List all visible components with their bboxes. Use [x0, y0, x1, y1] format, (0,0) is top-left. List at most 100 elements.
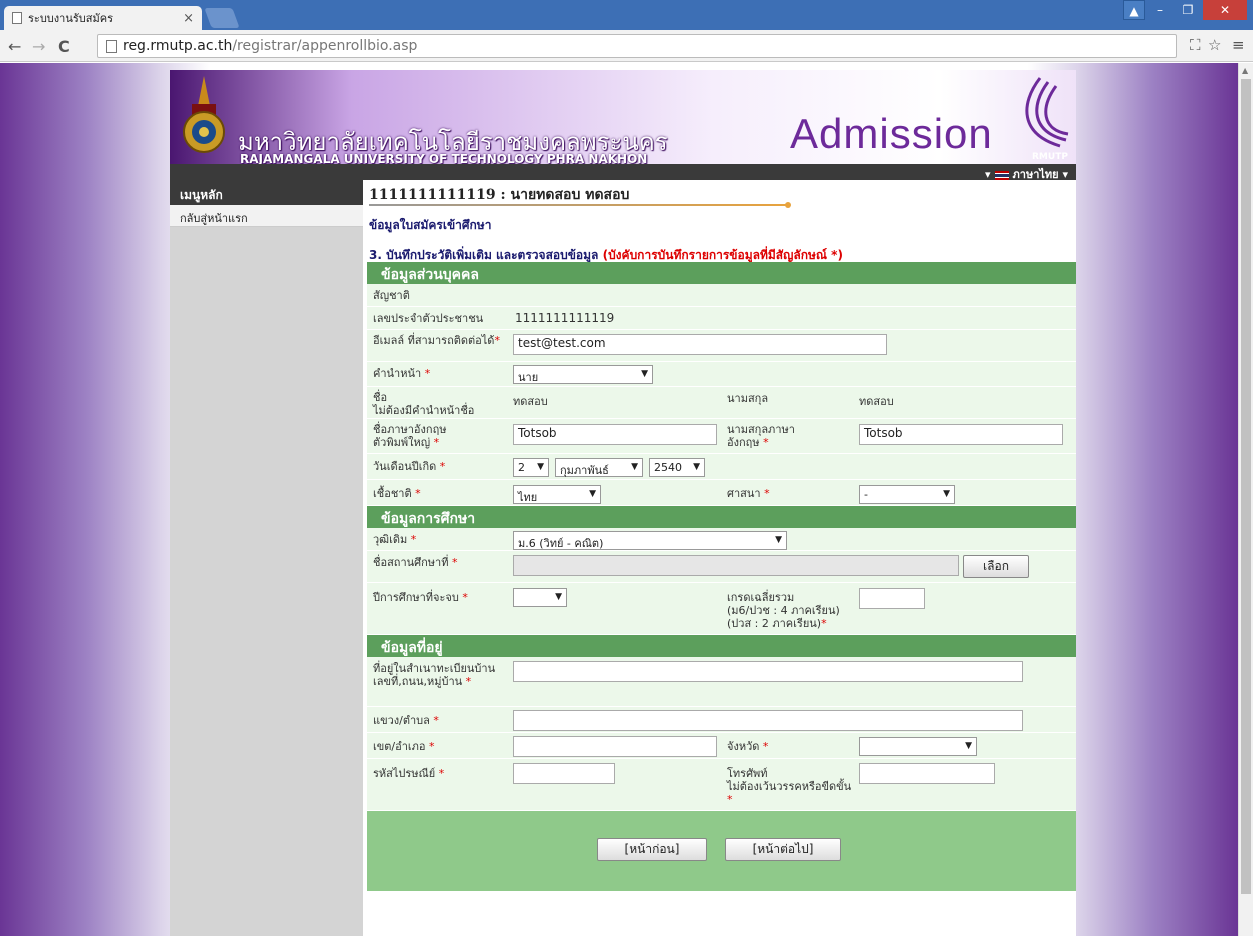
university-name-english: RAJAMANGALA UNIVERSITY OF TECHNOLOGY PHR… — [240, 152, 648, 164]
province-select[interactable]: ▼ — [859, 737, 977, 756]
application-form: ข้อมูลส่วนบุคคล สัญชาติ เลขประจำตัวประชา… — [367, 262, 1076, 891]
user-icon[interactable]: ▲ — [1123, 0, 1145, 20]
page-icon — [12, 12, 22, 24]
row-postcode: รหัสไปรษณีย์ * โทรศัพท์ ไม่ต้องเว้นวรรคหร… — [367, 759, 1076, 811]
row-degree: วุฒิเดิม * ม.6 (วิทย์ - คณิต) ▼ — [367, 528, 1076, 551]
close-window-button[interactable]: ✕ — [1203, 0, 1247, 20]
postcode-field[interactable] — [513, 763, 615, 784]
race-select[interactable]: ไทย ▼ — [513, 485, 601, 504]
row-email: อีเมลล์ ที่สามารถติดต่อได้* test@test.co… — [367, 330, 1076, 362]
row-idcard: เลขประจำตัวประชาชน 1111111111119 — [367, 307, 1076, 330]
url-path: /registrar/appenrollbio.asp — [232, 38, 418, 54]
browser-tab[interactable]: ระบบงานรับสมัคร × — [4, 6, 202, 30]
idcard-value: 1111111111119 — [515, 311, 615, 325]
next-page-button[interactable]: [หน้าต่อไป] — [725, 838, 841, 861]
sidebar: เมนูหลัก กลับสู่หน้าแรก — [170, 180, 363, 936]
minimize-button[interactable]: – — [1147, 0, 1173, 20]
university-logo-icon — [183, 76, 225, 153]
scrollbar-thumb[interactable] — [1241, 79, 1251, 894]
dob-month-select[interactable]: กุมภาพันธ์ ▼ — [555, 458, 643, 477]
district-field[interactable] — [513, 736, 717, 757]
gpa-field[interactable] — [859, 588, 925, 609]
row-house: ที่อยู่ในสำเนาทะเบียนบ้าน เลขที่,ถนน,หมู่… — [367, 657, 1076, 707]
close-tab-icon[interactable]: × — [183, 11, 194, 26]
email-label: อีเมลล์ ที่สามารถติดต่อได้* — [373, 334, 500, 347]
email-field[interactable]: test@test.com — [513, 334, 887, 355]
house-address-field[interactable] — [513, 661, 1023, 682]
name-en-field[interactable]: Totsob — [513, 424, 717, 445]
row-subdistrict: แขวง/ตำบล * — [367, 707, 1076, 733]
row-school: ชื่อสถานศึกษาที่ * เลือก — [367, 551, 1076, 583]
row-race: เชื้อชาติ * ไทย ▼ ศาสนา * - ▼ — [367, 480, 1076, 506]
surname-en-field[interactable]: Totsob — [859, 424, 1063, 445]
page-icon — [106, 39, 117, 53]
back-icon[interactable]: ← — [8, 37, 21, 56]
main-content: 1111111111119 : นายทดสอบ ทดสอบ ข้อมูลใบส… — [367, 180, 1076, 936]
restore-button[interactable]: ❐ — [1175, 0, 1201, 20]
button-bar: [หน้าก่อน] [หน้าต่อไป] — [367, 811, 1076, 891]
dob-day-select[interactable]: 2 ▼ — [513, 458, 549, 477]
phone-field[interactable] — [859, 763, 995, 784]
nationality-label: สัญชาติ — [373, 289, 410, 302]
page-container: มหาวิทยาลัยเทคโนโลยีราชมงคลพระนคร RAJAMA… — [170, 70, 1076, 936]
scroll-up-icon[interactable]: ▲ — [1242, 66, 1248, 75]
url-input[interactable]: reg.rmutp.ac.th/registrar/appenrollbio.a… — [97, 34, 1177, 58]
page-viewport: มหาวิทยาลัยเทคโนโลยีราชมงคลพระนคร RAJAMA… — [0, 63, 1238, 936]
address-bar-row: ← → C reg.rmutp.ac.th/registrar/appenrol… — [0, 30, 1253, 62]
new-tab-button[interactable] — [204, 8, 240, 28]
religion-select[interactable]: - ▼ — [859, 485, 955, 504]
section-personal: ข้อมูลส่วนบุคคล — [367, 262, 1076, 284]
name-label: ชื่อ ไม่ต้องมีคำนำหน้าชื่อ — [373, 391, 475, 417]
gradyear-label: ปีการศึกษาที่จะจบ * — [373, 591, 468, 604]
vertical-scrollbar[interactable]: ▲ — [1238, 63, 1253, 936]
house-label: ที่อยู่ในสำเนาทะเบียนบ้าน เลขที่,ถนน,หมู่… — [373, 662, 496, 688]
dob-label: วันเดือนปีเกิด * — [373, 460, 446, 473]
url-domain: reg.rmutp.ac.th — [123, 38, 233, 54]
name-value: ทดสอบ — [513, 395, 548, 408]
prefix-select[interactable]: นาย ▼ — [513, 365, 653, 384]
dob-year-select[interactable]: 2540 ▼ — [649, 458, 705, 477]
heading-underline — [369, 202, 791, 208]
race-label: เชื้อชาติ * — [373, 487, 421, 500]
admission-title: Admission — [790, 110, 993, 157]
forward-icon[interactable]: → — [32, 37, 45, 56]
surname-value: ทดสอบ — [859, 395, 894, 408]
row-dob: วันเดือนปีเกิด * 2 ▼ กุมภาพันธ์ ▼ 2540 ▼ — [367, 454, 1076, 480]
row-district: เขต/อำเภอ * จังหวัด * ▼ — [367, 733, 1076, 759]
row-name-en: ชื่อภาษาอังกฤษ ตัวพิมพ์ใหญ่ * Totsob นามส… — [367, 419, 1076, 454]
thai-flag-icon — [994, 170, 1009, 180]
subdistrict-label: แขวง/ตำบล * — [373, 714, 439, 727]
applicant-heading: 1111111111119 : นายทดสอบ ทดสอบ — [369, 187, 630, 203]
sidebar-heading: เมนูหลัก — [170, 180, 363, 205]
district-label: เขต/อำเภอ * — [373, 740, 435, 753]
tab-title: ระบบงานรับสมัคร — [28, 12, 113, 25]
page-subtitle: ข้อมูลใบสมัครเข้าศึกษา — [369, 218, 492, 232]
section-address: ข้อมูลที่อยู่ — [367, 635, 1076, 657]
school-field — [513, 555, 959, 576]
previous-page-button[interactable]: [หน้าก่อน] — [597, 838, 707, 861]
select-school-button[interactable]: เลือก — [963, 555, 1029, 578]
surname-label: นามสกุล — [727, 392, 769, 405]
phone-label: โทรศัพท์ ไม่ต้องเว้นวรรคหรือขีดขั้น * — [727, 767, 852, 806]
rmutp-swirl-logo-icon — [1025, 77, 1069, 148]
menu-icon[interactable]: ≡ — [1232, 36, 1245, 54]
idcard-label: เลขประจำตัวประชาชน — [373, 312, 484, 325]
degree-select[interactable]: ม.6 (วิทย์ - คณิต) ▼ — [513, 531, 787, 550]
gradyear-select[interactable]: ▼ — [513, 588, 567, 607]
sidebar-item-home[interactable]: กลับสู่หน้าแรก — [170, 205, 363, 227]
required-note: (บังคับการบันทึกรายการข้อมูลที่มีสัญลักษ… — [602, 248, 843, 262]
name-en-label: ชื่อภาษาอังกฤษ ตัวพิมพ์ใหญ่ * — [373, 423, 447, 449]
section-education: ข้อมูลการศึกษา — [367, 506, 1076, 528]
province-label: จังหวัด * — [727, 740, 769, 753]
translate-icon[interactable]: ⛶ — [1190, 36, 1201, 54]
row-prefix: คำนำหน้า * นาย ▼ — [367, 362, 1076, 387]
gpa-label: เกรดเฉลี่ยรวม (ม6/ปวช : 4 ภาคเรียน) (ปวส :… — [727, 591, 840, 630]
prefix-label: คำนำหน้า * — [373, 367, 431, 380]
surname-en-label: นามสกุลภาษา อังกฤษ * — [727, 423, 795, 449]
subdistrict-field[interactable] — [513, 710, 1023, 731]
bookmark-star-icon[interactable]: ☆ — [1208, 36, 1221, 54]
language-bar: ▾ ภาษาไทย ▾ — [170, 164, 1076, 181]
reload-icon[interactable]: C — [58, 37, 70, 56]
browser-tab-bar: ระบบงานรับสมัคร × ▲ – ❐ ✕ — [0, 0, 1253, 30]
school-label: ชื่อสถานศึกษาที่ * — [373, 556, 458, 569]
